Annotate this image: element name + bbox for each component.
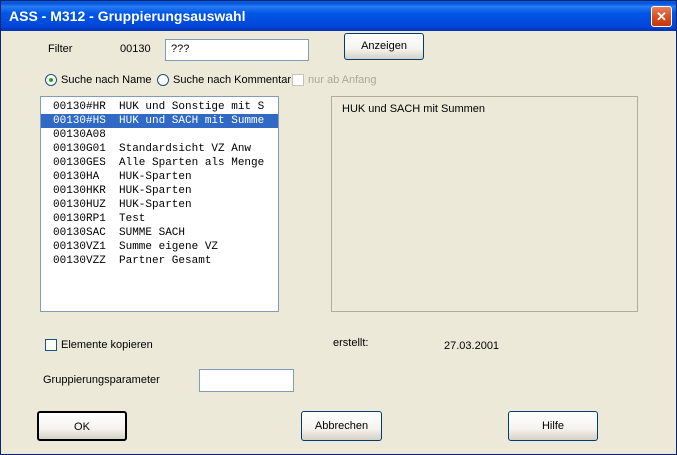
search-by-comment-label: Suche nach Kommentar [173,74,292,86]
list-item-name: HUK-Sparten [119,199,192,211]
close-button[interactable]: ✕ [651,6,672,27]
list-item-name: HUK und SACH mit Summe [119,115,265,127]
list-item-code: 00130HUZ [53,199,106,211]
list-item[interactable]: 00130A08 [41,128,278,142]
search-by-name-radio[interactable] [45,74,57,86]
grouping-param-label: Gruppierungsparameter [43,374,160,386]
filter-code: 00130 [120,43,151,55]
list-item-code: 00130VZ1 [53,241,106,253]
created-date: 27.03.2001 [444,340,500,352]
list-item-name: Test [119,213,146,225]
list-item-code: 00130A08 [53,129,106,141]
list-item[interactable]: 00130RP1 Test [41,212,278,226]
from-start-checkbox[interactable] [292,74,304,86]
help-button-label: Hilfe [541,420,564,432]
close-icon: ✕ [656,9,667,24]
list-item[interactable]: 00130HA HUK-Sparten [41,170,278,184]
cancel-button[interactable]: Abbrechen [301,411,382,441]
list-item-code: 00130#HS [53,115,106,127]
list-item-code: 00130HKR [53,185,106,197]
list-item[interactable]: 00130GES Alle Sparten als Menge [41,156,278,170]
list-item[interactable]: 00130VZZ Partner Gesamt [41,254,278,268]
list-item-name: HUK-Sparten [119,185,192,197]
list-item[interactable]: 00130HUZ HUK-Sparten [41,198,278,212]
list-item-name: Alle Sparten als Menge [119,157,265,169]
created-label: erstellt: [333,337,369,349]
from-start-label: nur ab Anfang [308,74,377,86]
grouping-param-input[interactable] [199,369,294,392]
list-item-code: 00130RP1 [53,213,106,225]
dialog-window: ASS - M312 - Gruppierungsauswahl ✕ Filte… [0,0,677,455]
list-item-code: 00130G01 [53,143,106,155]
search-by-name-label: Suche nach Name [61,74,152,86]
list-item-name: SUMME SACH [119,227,186,239]
list-item-name: Standardsicht VZ Anw [119,143,252,155]
show-button[interactable]: Anzeigen [344,33,424,60]
copy-elements-checkbox[interactable] [45,339,57,351]
list-item-code: 00130SAC [53,227,106,239]
list-item-code: 00130HA [53,171,100,183]
list-item[interactable]: 00130SAC SUMME SACH [41,226,278,240]
list-item[interactable]: 00130G01 Standardsicht VZ Anw [41,142,278,156]
list-item-name: HUK und Sonstige mit S [119,101,265,113]
window-title: ASS - M312 - Gruppierungsauswahl [9,8,246,24]
list-item[interactable]: 00130HKR HUK-Sparten [41,184,278,198]
list-item-name: HUK-Sparten [119,171,192,183]
filter-input[interactable]: ??? [165,39,309,61]
description-box: HUK und SACH mit Summen [331,96,638,312]
list-item[interactable]: 00130#HS HUK und SACH mit Summe [41,114,278,128]
list-item-code: 00130#HR [53,101,106,113]
list-item-name: Partner Gesamt [119,255,212,267]
ok-button-label: OK [74,421,90,433]
list-item-name: Summe eigene VZ [119,241,219,253]
list-item-code: 00130GES [53,157,106,169]
list-item[interactable]: 00130VZ1 Summe eigene VZ [41,240,278,254]
list-item-code: 00130VZZ [53,255,106,267]
ok-button[interactable]: OK [37,411,127,441]
title-bar[interactable]: ASS - M312 - Gruppierungsauswahl ✕ [1,1,676,31]
cancel-button-label: Abbrechen [314,420,369,432]
show-button-label: Anzeigen [361,40,407,52]
filter-label: Filter [48,43,73,55]
copy-elements-label: Elemente kopieren [61,339,153,351]
grouping-list[interactable]: 00130#HR HUK und Sonstige mit S 00130#HS HU… [40,96,279,312]
help-button[interactable]: Hilfe [508,411,598,441]
description-text: HUK und SACH mit Summen [342,103,486,115]
list-item[interactable]: 00130#HR HUK und Sonstige mit S [41,100,278,114]
search-by-comment-radio[interactable] [157,74,169,86]
